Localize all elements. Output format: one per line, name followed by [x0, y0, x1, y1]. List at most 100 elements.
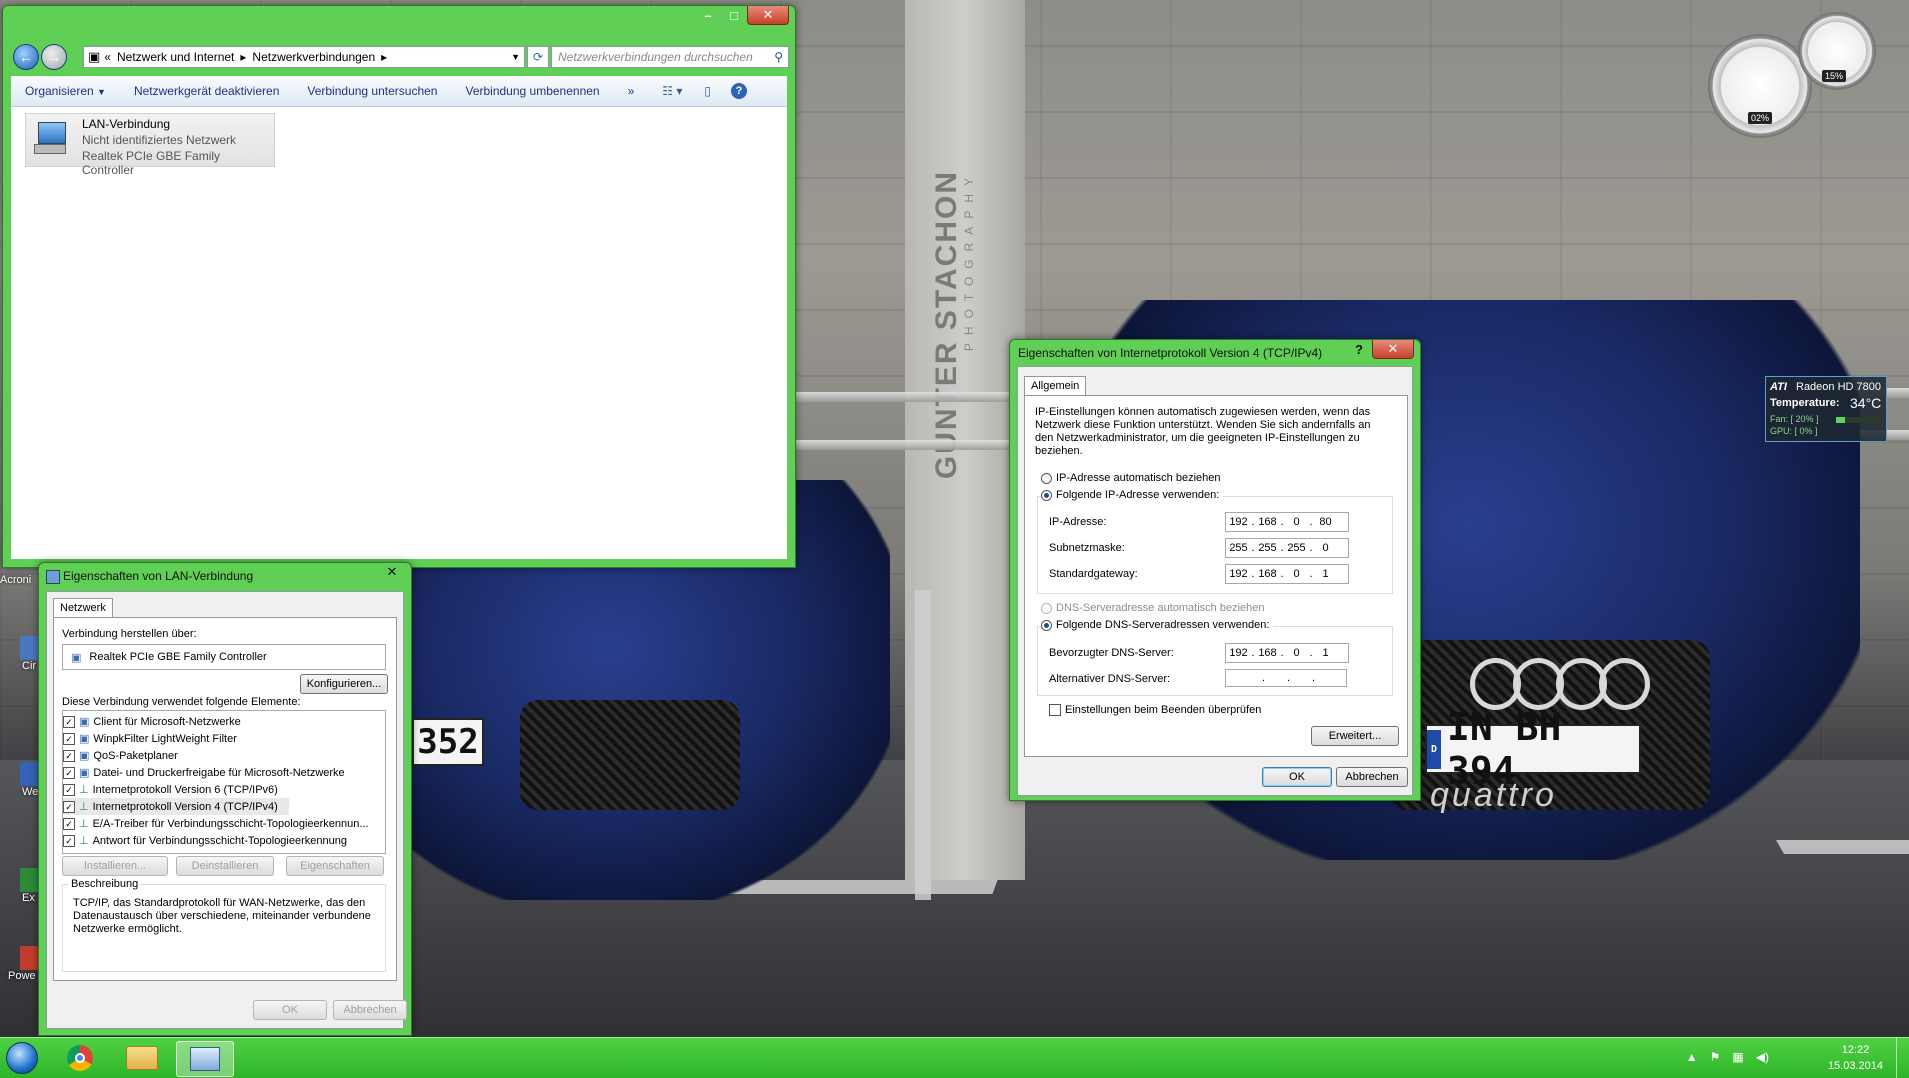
desktop-icon-5[interactable]: Powe: [0, 946, 42, 982]
taskbar-chrome[interactable]: [52, 1041, 108, 1075]
ok-button[interactable]: OK: [253, 1000, 327, 1020]
radio-button-selected[interactable]: [1041, 619, 1052, 631]
action-center-flag-icon[interactable]: ⚑: [1710, 1050, 1721, 1064]
tab-network[interactable]: Netzwerk: [53, 598, 113, 617]
memory-gauge-gadget[interactable]: 15%: [1798, 12, 1876, 90]
radio-button[interactable]: [1041, 602, 1052, 614]
desktop-icon-4[interactable]: Ex: [0, 868, 42, 904]
radio-button-selected[interactable]: [1041, 489, 1052, 501]
dialog-body: Netzwerk Verbindung herstellen über: ▣ R…: [46, 591, 407, 1029]
protocol-icon: ⊥: [79, 784, 89, 796]
taskbar-explorer[interactable]: [114, 1041, 170, 1075]
advanced-button[interactable]: Erweitert...: [1311, 726, 1399, 746]
install-button[interactable]: Installieren...: [62, 856, 168, 876]
breadcrumb-network-connections[interactable]: Netzwerkverbindungen: [252, 50, 375, 64]
cpu-gauge-gadget[interactable]: 02%: [1708, 34, 1812, 138]
lan-properties-dialog[interactable]: Eigenschaften von LAN-Verbindung ✕ Netzw…: [38, 562, 412, 1036]
help-icon[interactable]: ?: [731, 83, 748, 99]
validate-option[interactable]: Einstellungen beim Beenden überprüfen: [1049, 704, 1261, 717]
checkbox[interactable]: ✓: [63, 834, 75, 847]
close-button[interactable]: ✕: [747, 6, 789, 25]
octet: 192: [1229, 568, 1248, 580]
command-bar: Organisieren ▼ Netzwerkgerät deaktiviere…: [11, 76, 787, 107]
checkbox[interactable]: ✓: [63, 749, 75, 762]
lan-connection-item[interactable]: LAN-Verbindung Nicht identifiziertes Net…: [25, 113, 275, 177]
minimize-button[interactable]: –: [695, 6, 721, 24]
preview-pane-icon[interactable]: ▯: [704, 84, 711, 98]
list-item[interactable]: ✓ ▣ WinpkFilter LightWeight Filter: [63, 730, 385, 747]
back-button[interactable]: ←: [13, 44, 39, 70]
start-button[interactable]: [2, 1041, 42, 1075]
network-icon[interactable]: ▦: [1732, 1050, 1743, 1064]
help-button[interactable]: ?: [1346, 340, 1372, 358]
chevron-right-icon[interactable]: ▸: [240, 50, 246, 64]
dialog-title: Eigenschaften von Internetprotokoll Vers…: [1018, 346, 1323, 360]
dns-manual-option[interactable]: Folgende DNS-Serveradressen verwenden:: [1041, 619, 1274, 631]
gateway-field[interactable]: 192. 168. 0. 1: [1225, 564, 1349, 584]
properties-button[interactable]: Eigenschaften: [286, 856, 384, 876]
clock[interactable]: 12:22 15.03.2014: [1828, 1042, 1883, 1074]
gpu-monitor-gadget[interactable]: ATI Radeon HD 7800 Temperature: 34°C Fan…: [1765, 376, 1887, 442]
show-desktop-button[interactable]: [1896, 1038, 1909, 1078]
network-connections-window[interactable]: – □ ✕ ← → ▣ « Netzwerk und Internet ▸ Ne…: [2, 5, 796, 568]
diagnose-connection-button[interactable]: Verbindung untersuchen: [293, 84, 451, 98]
rename-connection-button[interactable]: Verbindung umbenennen: [451, 84, 613, 98]
elements-label: Diese Verbindung verwendet folgende Elem…: [62, 696, 301, 708]
list-item[interactable]: ✓ ⊥ Internetprotokoll Version 6 (TCP/IPv6): [63, 781, 385, 798]
list-item[interactable]: ✓ ▣ Datei- und Druckerfreigabe für Microso…: [63, 764, 385, 781]
more-commands-button[interactable]: »: [614, 84, 649, 98]
alternate-dns-field[interactable]: ...: [1225, 669, 1347, 687]
list-item[interactable]: ✓ ▣ Client für Microsoft-Netzwerke: [63, 713, 385, 730]
configure-button[interactable]: Konfigurieren...: [300, 674, 388, 694]
ip-manual-option[interactable]: Folgende IP-Adresse verwenden:: [1041, 489, 1224, 501]
preferred-dns-field[interactable]: 192. 168. 0. 1: [1225, 643, 1349, 663]
breadcrumb-overflow[interactable]: «: [104, 50, 111, 64]
chevron-down-icon[interactable]: ▼: [511, 52, 520, 62]
list-item[interactable]: ✓ ⊥ Antwort für Verbindungsschicht-Topolog…: [63, 832, 385, 849]
checkbox[interactable]: [1049, 704, 1061, 717]
chevron-right-icon[interactable]: ▸: [381, 50, 387, 64]
checkbox[interactable]: ✓: [63, 800, 75, 813]
radio-button[interactable]: [1041, 472, 1052, 484]
tab-general[interactable]: Allgemein: [1024, 376, 1087, 395]
close-button[interactable]: ✕: [1372, 340, 1414, 359]
ipv4-properties-dialog[interactable]: Eigenschaften von Internetprotokoll Vers…: [1009, 339, 1421, 801]
disable-device-button[interactable]: Netzwerkgerät deaktivieren: [120, 84, 293, 98]
view-options-icon[interactable]: ☷ ▾: [662, 84, 682, 98]
temperature-value: 34°C: [1850, 395, 1882, 411]
desktop-icon-2[interactable]: Cir: [0, 636, 42, 672]
checkbox[interactable]: ✓: [63, 715, 75, 728]
cancel-button[interactable]: Abbrechen: [1336, 767, 1408, 787]
organize-menu[interactable]: Organisieren ▼: [11, 84, 120, 98]
connections-list: LAN-Verbindung Nicht identifiziertes Net…: [11, 107, 787, 559]
list-item-selected[interactable]: ✓ ⊥ Internetprotokoll Version 4 (TCP/IPv4): [63, 798, 289, 815]
checkbox[interactable]: ✓: [63, 817, 75, 830]
subnet-mask-field[interactable]: 255. 255. 255. 0: [1225, 538, 1349, 558]
volume-icon[interactable]: ◀): [1756, 1050, 1769, 1064]
uninstall-button[interactable]: Deinstallieren: [176, 856, 274, 876]
close-button[interactable]: ✕: [379, 563, 405, 581]
ip-auto-option[interactable]: IP-Adresse automatisch beziehen: [1041, 472, 1220, 484]
desktop-icon-3[interactable]: We: [0, 762, 42, 798]
taskbar-network-connections-active[interactable]: [176, 1041, 234, 1077]
elements-list[interactable]: ✓ ▣ Client für Microsoft-Netzwerke ✓ ▣ Winpk…: [62, 710, 386, 854]
dns-auto-option[interactable]: DNS-Serveradresse automatisch beziehen: [1041, 602, 1265, 614]
checkbox[interactable]: ✓: [63, 766, 75, 779]
refresh-icon[interactable]: ⟳: [527, 46, 549, 68]
window-controls: ? ✕: [1346, 340, 1414, 359]
list-item[interactable]: ✓ ▣ QoS-Paketplaner: [63, 747, 385, 764]
search-icon[interactable]: ⚲: [774, 50, 783, 64]
cancel-button[interactable]: Abbrechen: [333, 1000, 407, 1020]
search-input[interactable]: Netzwerkverbindungen durchsuchen ⚲: [551, 46, 789, 68]
breadcrumb-network-internet[interactable]: Netzwerk und Internet: [117, 50, 234, 64]
desktop-icon-acronis[interactable]: Acroni: [0, 574, 40, 586]
forward-button[interactable]: →: [41, 44, 67, 70]
list-item[interactable]: ✓ ⊥ E/A-Treiber für Verbindungsschicht-Top…: [63, 815, 385, 832]
maximize-button[interactable]: □: [721, 6, 747, 24]
ok-button[interactable]: OK: [1262, 767, 1332, 787]
address-bar[interactable]: ▣ « Netzwerk und Internet ▸ Netzwerkverb…: [83, 46, 525, 68]
show-hidden-icons[interactable]: ▲: [1686, 1050, 1698, 1064]
checkbox[interactable]: ✓: [63, 732, 75, 745]
checkbox[interactable]: ✓: [63, 783, 75, 796]
ip-address-field[interactable]: 192. 168. 0. 80: [1225, 512, 1349, 532]
